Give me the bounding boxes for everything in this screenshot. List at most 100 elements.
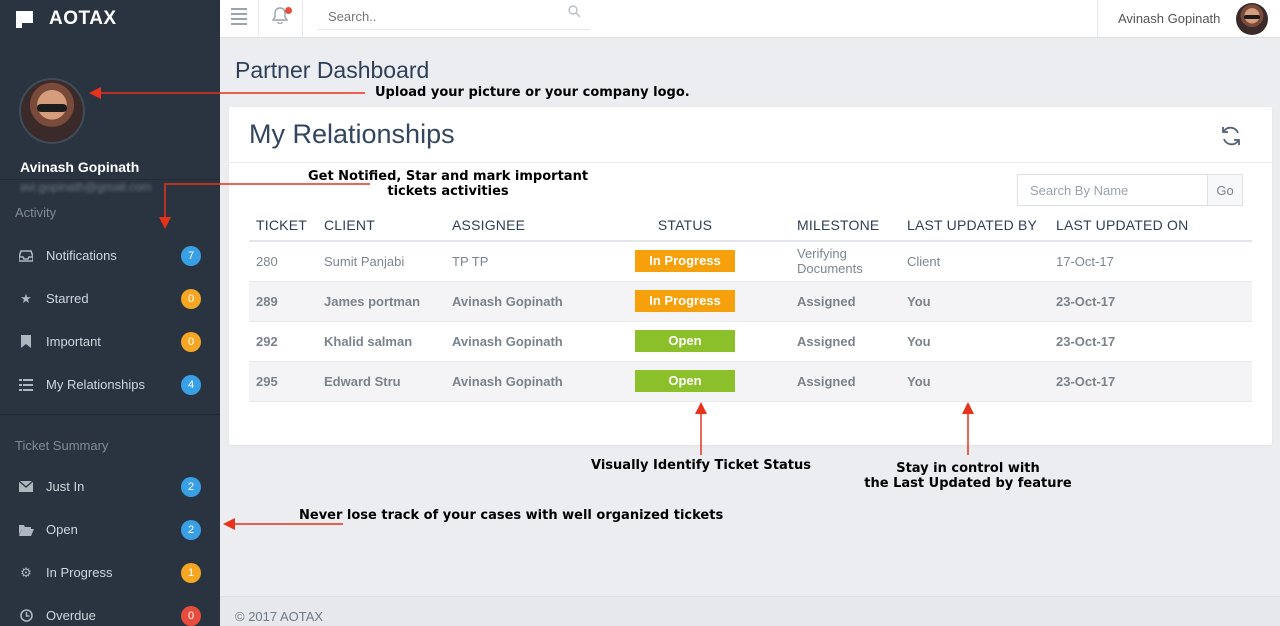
- sidebar-item-starred[interactable]: ★ Starred 0: [0, 277, 220, 320]
- sidebar-item-in-progress[interactable]: ⚙ In Progress 1: [0, 551, 220, 594]
- sidebar: AOTAX Avinash Gopinath avi.gopinath@gmai…: [0, 0, 220, 626]
- topbar-divider: [302, 0, 303, 38]
- sidebar-item-open[interactable]: Open 2: [0, 508, 220, 551]
- milestone: Assigned: [735, 281, 900, 322]
- profile-panel: Avinash Gopinath avi.gopinath@gmail.com: [0, 38, 220, 194]
- table-row[interactable]: 280 Sumit Panjabi TP TP In Progress Veri…: [249, 241, 1252, 282]
- ticket-id: 289: [249, 281, 317, 322]
- milestone: Assigned: [735, 321, 900, 362]
- status-cell: Open: [635, 361, 735, 402]
- relationships-count-badge: 4: [181, 374, 201, 395]
- annotation-notified: Get Notified, Star and mark important ti…: [300, 169, 596, 199]
- status-badge: Open: [635, 330, 735, 352]
- topbar-divider: [1097, 0, 1098, 38]
- star-icon: ★: [20, 290, 32, 306]
- aotax-logo-icon: [16, 10, 33, 28]
- sidebar-item-overdue[interactable]: Overdue 0: [0, 594, 220, 626]
- in-progress-count-badge: 1: [181, 562, 201, 583]
- status-cell: In Progress: [635, 241, 735, 282]
- annotation-visual-status: Visually Identify Ticket Status: [591, 458, 811, 473]
- col-client[interactable]: CLIENT: [317, 209, 445, 242]
- ticket-id: 292: [249, 321, 317, 362]
- col-last-updated-on[interactable]: LAST UPDATED ON: [1049, 209, 1252, 242]
- topbar-divider: [258, 0, 259, 38]
- assignee-name: Avinash Gopinath: [445, 321, 635, 362]
- last-updated-on: 23-Oct-17: [1049, 361, 1252, 402]
- sidebar-item-notifications[interactable]: Notifications 7: [0, 234, 220, 277]
- status-cell: Open: [635, 321, 735, 362]
- gears-icon: ⚙: [20, 564, 32, 580]
- last-updated-on: 23-Oct-17: [1049, 281, 1252, 322]
- status-badge: In Progress: [635, 290, 735, 312]
- go-button[interactable]: Go: [1207, 174, 1243, 206]
- milestone: Verifying Documents: [735, 241, 900, 282]
- envelope-icon: [18, 479, 34, 495]
- profile-email: avi.gopinath@gmail.com: [20, 180, 152, 194]
- notification-dot: [285, 7, 292, 14]
- col-assignee[interactable]: ASSIGNEE: [445, 209, 635, 242]
- status-badge: In Progress: [635, 250, 735, 273]
- brand[interactable]: AOTAX: [0, 0, 220, 38]
- clock-icon: [18, 608, 34, 624]
- sidebar-item-just-in[interactable]: Just In 2: [0, 465, 220, 508]
- client-name: Edward Stru: [317, 361, 445, 402]
- assignee-name: TP TP: [445, 241, 635, 282]
- section-title-activity: Activity: [15, 205, 57, 220]
- sidebar-item-label: Just In: [46, 479, 85, 494]
- important-count-badge: 0: [181, 331, 201, 352]
- col-status[interactable]: STATUS: [635, 209, 735, 242]
- open-count-badge: 2: [181, 519, 201, 540]
- sidebar-item-label: Starred: [46, 291, 89, 306]
- col-ticket[interactable]: TICKET: [249, 209, 317, 242]
- last-updated-by: You: [900, 361, 1049, 402]
- annotation-control-line1: Stay in control with: [896, 461, 1040, 476]
- notifications-count-badge: 7: [181, 245, 201, 266]
- col-milestone[interactable]: MILESTONE: [735, 209, 900, 242]
- last-updated-by: You: [900, 321, 1049, 362]
- annotation-notified-line2: tickets activities: [387, 184, 509, 199]
- refresh-icon[interactable]: [1218, 125, 1244, 151]
- annotation-notified-line1: Get Notified, Star and mark important: [307, 169, 589, 184]
- footer: © 2017 AOTAX: [220, 596, 1280, 626]
- bookmark-icon: [18, 334, 34, 350]
- ticket-id: 295: [249, 361, 317, 402]
- table-row[interactable]: 295 Edward Stru Avinash Gopinath Open As…: [249, 361, 1252, 402]
- milestone: Assigned: [735, 361, 900, 402]
- sidebar-item-label: My Relationships: [46, 377, 145, 392]
- ticket-id: 280: [249, 241, 317, 282]
- topbar-user-name[interactable]: Avinash Gopinath: [1118, 11, 1220, 26]
- table-row[interactable]: 292 Khalid salman Avinash Gopinath Open …: [249, 321, 1252, 362]
- global-search-input[interactable]: [318, 4, 590, 30]
- client-name: Sumit Panjabi: [317, 241, 445, 282]
- col-last-updated-by[interactable]: LAST UPDATED BY: [900, 209, 1049, 242]
- last-updated-on: 17-Oct-17: [1049, 241, 1252, 282]
- profile-avatar[interactable]: [19, 78, 85, 144]
- annotation-never-lose: Never lose track of your cases with well…: [299, 508, 724, 523]
- folder-open-icon: [18, 522, 34, 538]
- sidebar-item-label: In Progress: [46, 565, 113, 580]
- sidebar-item-important[interactable]: Important 0: [0, 320, 220, 363]
- last-updated-by: You: [900, 281, 1049, 322]
- assignee-name: Avinash Gopinath: [445, 361, 635, 402]
- search-by-name-input[interactable]: [1017, 174, 1207, 206]
- bell-icon[interactable]: [271, 7, 292, 25]
- table-row[interactable]: 289 James portman Avinash Gopinath In Pr…: [249, 281, 1252, 322]
- card-header: My Relationships: [229, 107, 1272, 163]
- sidebar-item-my-relationships[interactable]: My Relationships 4: [0, 363, 220, 406]
- profile-name: Avinash Gopinath: [20, 159, 140, 175]
- page-title: Partner Dashboard: [235, 57, 430, 83]
- sidebar-item-label: Overdue: [46, 608, 96, 623]
- topbar: Avinash Gopinath: [220, 0, 1280, 38]
- last-updated-by: Client: [900, 241, 1049, 282]
- inbox-icon: [18, 248, 34, 264]
- list-icon: [18, 377, 34, 393]
- sidebar-item-label: Notifications: [46, 248, 117, 263]
- table-header-row: TICKET CLIENT ASSIGNEE STATUS MILESTONE …: [249, 209, 1252, 242]
- user-avatar[interactable]: [1236, 3, 1268, 35]
- annotation-upload: Upload your picture or your company logo…: [375, 85, 690, 100]
- annotation-control: Stay in control with the Last Updated by…: [853, 461, 1083, 491]
- search-icon[interactable]: [568, 5, 581, 21]
- section-title-ticket-summary: Ticket Summary: [15, 438, 109, 453]
- hamburger-menu-icon[interactable]: [231, 8, 247, 25]
- brand-name: AOTAX: [49, 8, 117, 29]
